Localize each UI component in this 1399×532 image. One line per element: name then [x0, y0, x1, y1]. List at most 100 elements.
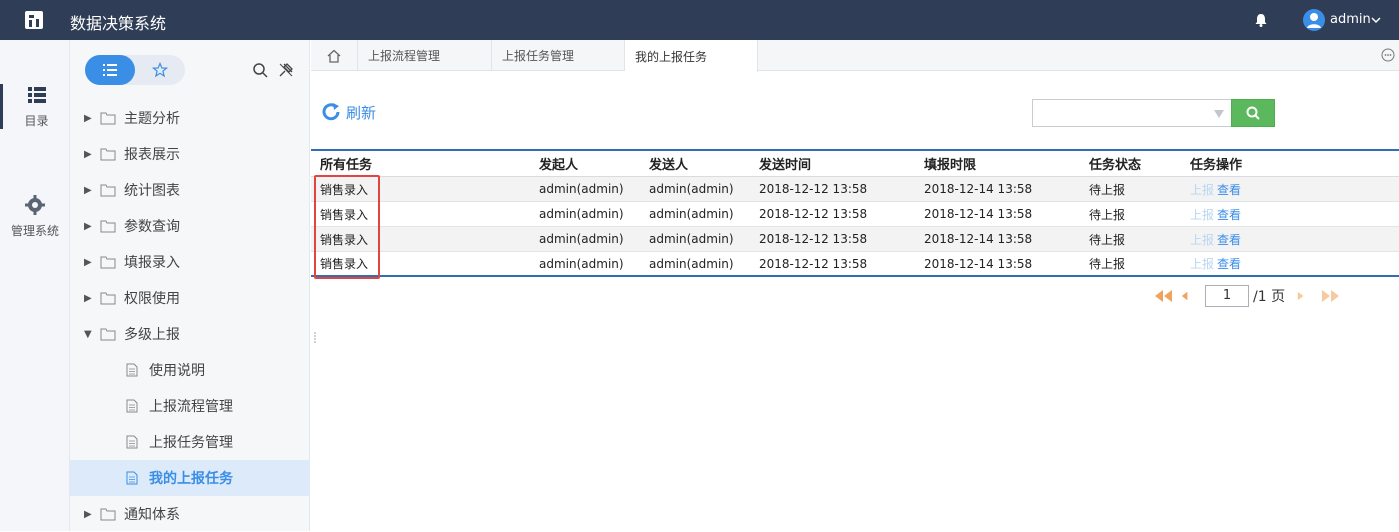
list-view-button[interactable]: [85, 55, 135, 85]
expand-arrow-icon[interactable]: ▶: [84, 185, 94, 196]
tree-item-report-display[interactable]: ▶ 报表展示: [70, 136, 310, 172]
bell-icon[interactable]: [1253, 12, 1269, 28]
tree-item-topic-analysis[interactable]: ▶ 主题分析: [70, 100, 310, 136]
next-page-icon[interactable]: [1295, 289, 1309, 303]
favorites-button[interactable]: [135, 55, 185, 85]
report-link: 上报: [1190, 232, 1215, 247]
tree-item-label: 报表展示: [124, 147, 180, 163]
search-input[interactable]: [1032, 99, 1232, 127]
sender: admin(admin): [649, 207, 734, 221]
document-icon: [126, 435, 138, 449]
tree-item-report-flow-mgmt[interactable]: 上报流程管理: [70, 388, 310, 424]
expand-arrow-icon[interactable]: ▶: [84, 509, 94, 520]
refresh-icon: [322, 103, 340, 121]
deadline: 2018-12-14 13:58: [924, 182, 1033, 196]
column-header[interactable]: 所有任务: [320, 151, 372, 176]
rail-label: 目录: [24, 114, 49, 128]
column-header[interactable]: 填报时限: [924, 151, 976, 176]
view-link[interactable]: 查看: [1217, 231, 1241, 248]
folder-icon: [100, 292, 116, 305]
directory-tree: ▶ 主题分析 ▶ 报表展示 ▶ 统计图表 ▶ 参数查询 ▶ 填报录入 ▶ 权限使…: [70, 40, 310, 531]
table-row[interactable]: 销售录入 admin(admin) admin(admin) 2018-12-1…: [311, 177, 1399, 202]
task-actions: 上报 查看: [1190, 252, 1241, 275]
page-number-input[interactable]: 1: [1205, 285, 1249, 307]
tree-item-label: 通知体系: [124, 507, 180, 523]
tree-item-param-query[interactable]: ▶ 参数查询: [70, 208, 310, 244]
sender: admin(admin): [649, 182, 734, 196]
report-link: 上报: [1190, 182, 1215, 197]
table-row[interactable]: 销售录入 admin(admin) admin(admin) 2018-12-1…: [311, 227, 1399, 252]
document-icon: [126, 399, 138, 413]
column-header[interactable]: 任务操作: [1190, 151, 1242, 176]
tab-bar: 上报流程管理 上报任务管理 我的上报任务: [311, 40, 1399, 72]
task-status: 待上报: [1089, 207, 1126, 222]
tree-item-charts[interactable]: ▶ 统计图表: [70, 172, 310, 208]
pagination: 1 /1 页: [1153, 285, 1347, 307]
table-row[interactable]: 销售录入 admin(admin) admin(admin) 2018-12-1…: [311, 252, 1399, 277]
panel-splitter-icon[interactable]: [313, 331, 317, 345]
view-link[interactable]: 查看: [1217, 181, 1241, 198]
tab-home[interactable]: [311, 40, 358, 71]
task-status: 待上报: [1089, 257, 1126, 271]
first-page-icon[interactable]: [1153, 289, 1173, 303]
tree-item-data-entry[interactable]: ▶ 填报录入: [70, 244, 310, 280]
document-icon: [126, 471, 138, 485]
search-icon: [1246, 106, 1260, 120]
expand-arrow-icon[interactable]: ▶: [84, 293, 94, 304]
avatar[interactable]: [1303, 9, 1325, 31]
tree-item-report-task-mgmt[interactable]: 上报任务管理: [70, 424, 310, 460]
tree-item-my-report-tasks[interactable]: 我的上报任务: [70, 460, 310, 496]
expand-arrow-icon[interactable]: ▶: [84, 257, 94, 268]
task-status: 待上报: [1089, 182, 1126, 197]
tab-report-flow-mgmt[interactable]: 上报流程管理: [358, 40, 492, 71]
prev-page-icon[interactable]: [1179, 289, 1193, 303]
column-header[interactable]: 发起人: [539, 151, 578, 176]
tree-tools: [252, 62, 294, 78]
expand-arrow-icon[interactable]: ▶: [84, 149, 94, 160]
send-time: 2018-12-12 13:58: [759, 207, 868, 221]
view-link[interactable]: 查看: [1217, 255, 1241, 272]
refresh-button[interactable]: 刷新: [320, 101, 376, 123]
folder-open-icon: [100, 328, 116, 341]
rail-item-catalog[interactable]: 目录: [0, 84, 70, 129]
page-total: /1 页: [1253, 289, 1286, 305]
tree-item-usage-notes[interactable]: 使用说明: [70, 352, 310, 388]
sender: admin(admin): [649, 256, 734, 271]
column-header[interactable]: 发送时间: [759, 151, 811, 176]
unpin-icon[interactable]: [278, 62, 294, 78]
expand-arrow-icon[interactable]: ▶: [84, 221, 94, 232]
folder-icon: [100, 508, 116, 521]
collapse-arrow-icon[interactable]: ▼: [84, 329, 94, 340]
star-icon: [152, 62, 168, 78]
search-button[interactable]: [1231, 99, 1275, 127]
folder-icon: [100, 148, 116, 161]
app-logo-icon: [25, 11, 43, 29]
column-header[interactable]: 任务状态: [1089, 151, 1141, 176]
tab-label: 上报任务管理: [502, 49, 575, 63]
view-link[interactable]: 查看: [1217, 206, 1241, 223]
tree-item-notification-system[interactable]: ▶ 通知体系: [70, 496, 310, 532]
folder-icon: [100, 256, 116, 269]
rail-item-admin[interactable]: 管理系统: [0, 194, 70, 239]
highlight-box: [314, 175, 380, 279]
expand-arrow-icon[interactable]: ▶: [84, 113, 94, 124]
tab-my-report-tasks[interactable]: 我的上报任务: [625, 40, 758, 72]
more-options-icon[interactable]: [1381, 48, 1395, 62]
column-header[interactable]: 发送人: [649, 151, 688, 176]
task-actions: 上报 查看: [1190, 202, 1241, 226]
tree-item-permissions[interactable]: ▶ 权限使用: [70, 280, 310, 316]
deadline: 2018-12-14 13:58: [924, 207, 1033, 221]
dropdown-caret-icon[interactable]: [1213, 109, 1225, 119]
last-page-icon[interactable]: [1321, 289, 1341, 303]
tab-report-task-mgmt[interactable]: 上报任务管理: [492, 40, 625, 71]
initiator: admin(admin): [539, 207, 624, 221]
user-name[interactable]: admin: [1330, 12, 1371, 27]
list-icon: [103, 64, 117, 76]
search-icon[interactable]: [252, 62, 268, 78]
chevron-down-icon[interactable]: [1370, 14, 1382, 26]
initiator: admin(admin): [539, 182, 624, 196]
tree-item-multi-level-report[interactable]: ▼ 多级上报: [70, 316, 310, 352]
table-row[interactable]: 销售录入 admin(admin) admin(admin) 2018-12-1…: [311, 202, 1399, 227]
report-link: 上报: [1190, 257, 1215, 271]
folder-icon: [100, 112, 116, 125]
